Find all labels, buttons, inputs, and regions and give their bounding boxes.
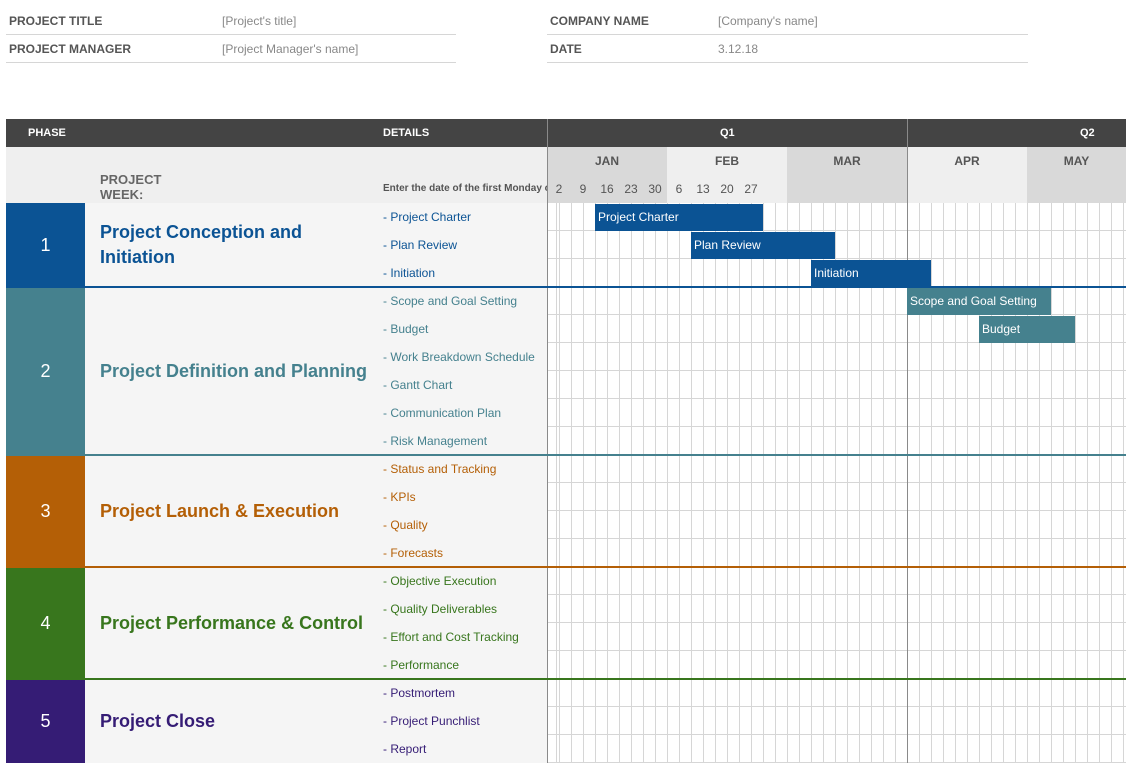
phase-2-title: Project Definition and Planning — [100, 361, 368, 381]
project-week-label: PROJECT WEEK: — [100, 172, 162, 202]
phase-3-detail: - Quality — [383, 518, 428, 532]
phase-4-number: 4 — [6, 568, 85, 679]
week-number[interactable]: 16 — [595, 175, 619, 203]
phase-1-number: 1 — [6, 203, 85, 287]
phase-3-detail: - KPIs — [383, 490, 416, 504]
month-jan: JAN — [547, 147, 667, 175]
phase-5-detail: - Project Punchlist — [383, 714, 480, 728]
month-mar: MAR — [787, 147, 907, 175]
week-number[interactable]: 9 — [571, 175, 595, 203]
project-title-label: PROJECT TITLE — [9, 14, 103, 28]
week-number[interactable]: 23 — [619, 175, 643, 203]
phase-2-detail: - Work Breakdown Schedule — [383, 350, 535, 364]
week-number[interactable]: 13 — [691, 175, 715, 203]
date-row: DATE 3.12.18 — [547, 35, 1028, 63]
details-column-header: DETAILS — [383, 127, 430, 139]
company-name-row: COMPANY NAME [Company's name] — [547, 7, 1028, 35]
phase-2-detail: - Budget — [383, 322, 429, 336]
phase-3-detail: - Forecasts — [383, 546, 444, 560]
gantt-bar-project-charter[interactable]: Project Charter — [595, 204, 763, 231]
week-number[interactable]: 2 — [547, 175, 571, 203]
month-may: MAY — [1027, 147, 1126, 175]
phase-5-detail: - Postmortem — [383, 686, 456, 700]
phase-column-header: PHASE — [28, 127, 66, 139]
phase-2-detail: - Communication Plan — [383, 406, 502, 420]
gantt-bar-plan-review[interactable]: Plan Review — [691, 232, 835, 259]
phase-5-detail: - Report — [383, 742, 427, 756]
phase-5-title: Project Close — [100, 711, 216, 731]
phase-4-detail: - Quality Deliverables — [383, 602, 498, 616]
project-manager-label: PROJECT MANAGER — [9, 42, 132, 56]
phase-5-number: 5 — [6, 680, 85, 763]
phase-4-detail: - Objective Execution — [383, 574, 497, 588]
gantt-bar-scope-goal-setting[interactable]: Scope and Goal Setting — [907, 288, 1051, 315]
phase-4-detail: - Performance — [383, 658, 460, 672]
date-label: DATE — [550, 42, 582, 56]
phase-2-detail: - Scope and Goal Setting — [383, 294, 518, 308]
gantt-bar-budget[interactable]: Budget — [979, 316, 1075, 343]
week-band-may — [1027, 175, 1126, 203]
company-name-field[interactable]: [Company's name] — [718, 7, 818, 35]
date-field[interactable]: 3.12.18 — [718, 35, 758, 63]
quarter-q1: Q1 — [720, 127, 735, 139]
phase-2-detail: - Gantt Chart — [383, 378, 453, 392]
week-number[interactable]: 20 — [715, 175, 739, 203]
project-manager-field[interactable]: [Project Manager's name] — [222, 35, 358, 63]
table-header: PHASE DETAILS Q1 Q2 — [6, 119, 1126, 147]
phase-3-detail: - Status and Tracking — [383, 462, 497, 476]
quarter-boundary-line — [907, 119, 908, 763]
project-title-row: PROJECT TITLE [Project's title] — [6, 7, 456, 35]
phase-1-detail: - Plan Review — [383, 238, 458, 252]
phase-3-title: Project Launch & Execution — [100, 501, 340, 521]
month-feb: FEB — [667, 147, 787, 175]
phase-3-number: 3 — [6, 456, 85, 567]
week-band-apr — [907, 175, 1027, 203]
month-apr: APR — [907, 147, 1027, 175]
quarter-boundary-line — [547, 119, 548, 763]
phase-4-title: Project Performance & Control — [100, 613, 364, 633]
week-number[interactable]: 27 — [739, 175, 763, 203]
quarter-q2: Q2 — [1080, 127, 1095, 139]
phase-4-detail: - Effort and Cost Tracking — [383, 630, 519, 644]
phase-1-detail: - Initiation — [383, 266, 436, 280]
week-number[interactable]: 30 — [643, 175, 667, 203]
phase-2-number: 2 — [6, 288, 85, 455]
phase-1-title: Project Conception and Initiation — [100, 222, 303, 267]
gantt-bar-initiation[interactable]: Initiation — [811, 260, 931, 287]
first-monday-hint: Enter the date of the first Monday of ea… — [383, 183, 547, 194]
week-number[interactable]: 6 — [667, 175, 691, 203]
phase-2-detail: - Risk Management — [383, 434, 488, 448]
company-name-label: COMPANY NAME — [550, 14, 649, 28]
project-manager-row: PROJECT MANAGER [Project Manager's name] — [6, 35, 456, 63]
phase-1-detail: - Project Charter — [383, 210, 472, 224]
project-title-field[interactable]: [Project's title] — [222, 7, 296, 35]
week-band-mar — [787, 175, 907, 203]
